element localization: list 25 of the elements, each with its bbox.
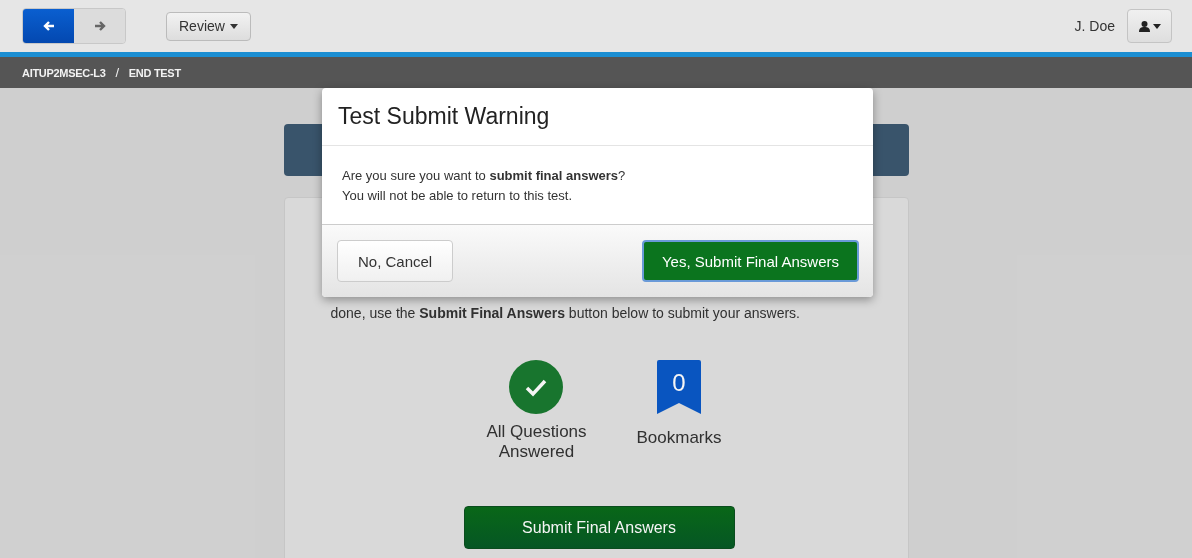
confirm-button[interactable]: Yes, Submit Final Answers [641,240,859,282]
check-circle-icon [509,360,564,414]
caret-icon [1152,23,1161,29]
user-icon [1138,20,1150,32]
forward-button[interactable] [74,9,125,43]
bookmark-icon [657,360,701,414]
back-button[interactable] [23,9,74,43]
caret-icon [229,23,238,29]
bookmark-count: 0 [672,369,686,398]
modal-message: Are you sure you want to submit final answers? [342,167,627,185]
right-arrow-icon [93,20,106,32]
review-menu-button[interactable]: Review [166,11,251,41]
breadcrumb-item: END TEST [128,66,181,79]
stat-label: Bookmarks [636,428,722,448]
submit-final-answers-button[interactable]: Submit Final Answers [463,506,735,549]
modal-message: You will not be able to return to this test. [342,187,574,205]
cancel-button[interactable]: No, Cancel [337,240,454,282]
breadcrumb-separator: / [115,65,119,80]
user-menu-button[interactable] [1127,9,1172,43]
user-name: J. Doe [1074,18,1115,34]
instructions-text: done, use the Submit Final Answers button below to submit your answers. [330,304,800,322]
left-arrow-icon [42,20,55,32]
breadcrumb-item[interactable]: AITUP2MSEC-L3 [22,66,106,79]
stat-label: All Questions Answered [485,422,588,462]
modal-title: Test Submit Warning [338,103,550,130]
